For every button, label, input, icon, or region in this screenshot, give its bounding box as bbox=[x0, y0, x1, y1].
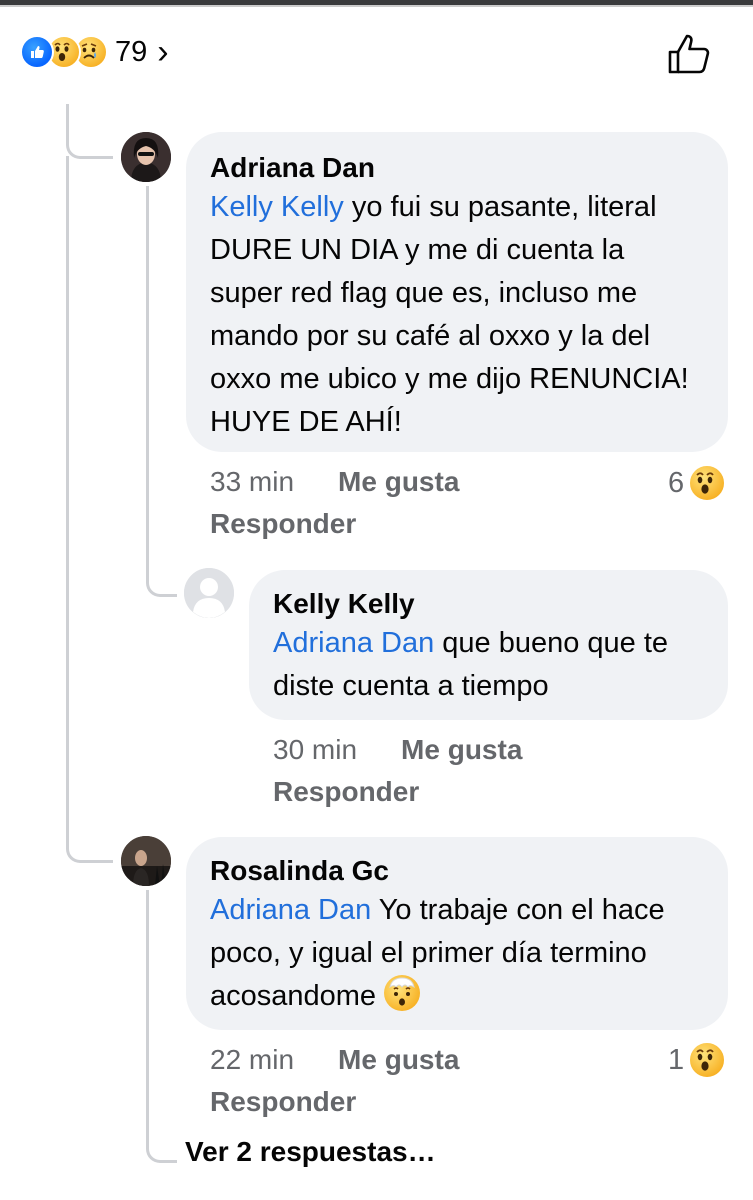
comment-bubble: Rosalinda Gc Adriana Dan Yo trabaje con … bbox=[186, 837, 728, 1030]
comment-time[interactable]: 22 min bbox=[210, 1044, 294, 1076]
comment-time[interactable]: 33 min bbox=[210, 466, 294, 498]
wow-icon bbox=[688, 1041, 727, 1079]
reply-button[interactable]: Responder bbox=[210, 1086, 356, 1118]
avatar[interactable] bbox=[121, 836, 171, 886]
comment-text: Kelly Kelly yo fui su pasante, literal D… bbox=[210, 186, 704, 444]
thread-line-3 bbox=[66, 800, 113, 863]
mention-link[interactable]: Adriana Dan bbox=[210, 894, 371, 926]
exploding-head-icon bbox=[384, 975, 421, 1011]
reply-button[interactable]: Responder bbox=[210, 508, 356, 540]
like-outline-icon[interactable] bbox=[666, 32, 712, 76]
view-more-replies-link[interactable]: Ver 2 respuestas… bbox=[185, 1136, 436, 1168]
reaction-count: 6 bbox=[668, 466, 685, 499]
top-divider-shade bbox=[0, 5, 753, 7]
thread-line-1 bbox=[66, 104, 113, 159]
reactions-count[interactable]: 79 bbox=[115, 36, 147, 69]
reply-button[interactable]: Responder bbox=[273, 776, 419, 808]
comment-author[interactable]: Rosalinda Gc bbox=[210, 853, 704, 889]
thread-line-main bbox=[66, 156, 69, 826]
comment-author[interactable]: Adriana Dan bbox=[210, 150, 704, 186]
comment-meta: 33 min Me gusta bbox=[210, 466, 459, 498]
like-icon bbox=[20, 35, 54, 69]
mention-link[interactable]: Kelly Kelly bbox=[210, 191, 344, 223]
comment-text: Adriana Dan que bueno que te diste cuent… bbox=[273, 622, 704, 708]
comment-thread-screen: 79 › Adriana Dan Kelly Kelly yo fui su p… bbox=[0, 0, 753, 1200]
avatar[interactable] bbox=[121, 132, 171, 182]
thread-line-more bbox=[146, 890, 177, 1163]
like-button[interactable]: Me gusta bbox=[338, 1044, 459, 1076]
comment-meta: 22 min Me gusta bbox=[210, 1044, 459, 1076]
thread-line-reply bbox=[146, 186, 177, 597]
comment-author[interactable]: Kelly Kelly bbox=[273, 586, 704, 622]
like-button[interactable]: Me gusta bbox=[338, 466, 459, 498]
comment-meta: 30 min Me gusta bbox=[273, 734, 522, 766]
like-button[interactable]: Me gusta bbox=[401, 734, 522, 766]
mention-link[interactable]: Adriana Dan bbox=[273, 627, 434, 659]
reaction-count: 1 bbox=[668, 1043, 685, 1076]
chevron-right-icon[interactable]: › bbox=[157, 35, 168, 69]
comment-bubble: Adriana Dan Kelly Kelly yo fui su pasant… bbox=[186, 132, 728, 452]
comment-bubble: Kelly Kelly Adriana Dan que bueno que te… bbox=[249, 570, 728, 720]
comment-body: yo fui su pasante, literal DURE UN DIA y… bbox=[210, 191, 689, 438]
comment-text: Adriana Dan Yo trabaje con el hace poco,… bbox=[210, 889, 704, 1018]
default-avatar-icon[interactable] bbox=[184, 568, 234, 618]
comment-reactions[interactable]: 6 bbox=[668, 464, 727, 502]
reactions-summary[interactable]: 79 › bbox=[20, 28, 169, 76]
comment-time[interactable]: 30 min bbox=[273, 734, 357, 766]
wow-icon bbox=[688, 464, 727, 502]
comment-reactions[interactable]: 1 bbox=[668, 1041, 727, 1079]
